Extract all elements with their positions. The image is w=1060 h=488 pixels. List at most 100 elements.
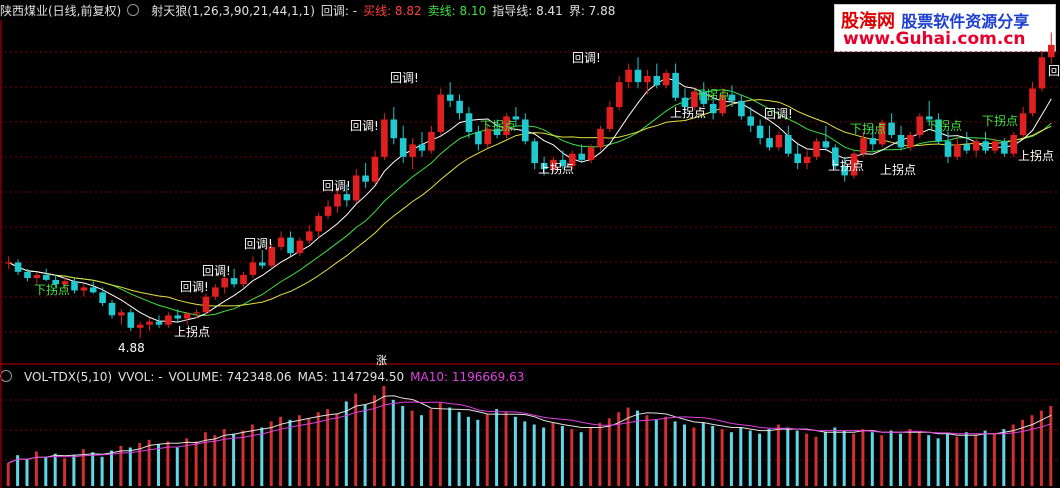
candle (249, 262, 257, 275)
volume-bar (889, 430, 893, 486)
candle (1001, 141, 1008, 154)
candle (653, 76, 661, 86)
pullback-annotation: 回调! (572, 51, 601, 65)
volume-bar (607, 418, 611, 486)
candle (89, 287, 97, 293)
candle (43, 274, 50, 280)
candle (625, 69, 632, 83)
volume-bar (504, 412, 508, 486)
volume-bar (776, 424, 780, 486)
volume-bar (542, 427, 546, 486)
candle (587, 147, 595, 160)
volume-bar (232, 433, 236, 486)
volume-bar (448, 407, 452, 486)
candle (202, 296, 210, 313)
pullback-annotation: 回调! (764, 107, 793, 121)
volume-bar (551, 422, 555, 486)
candle (522, 119, 529, 142)
price-chart[interactable]: 回调!回调!回调!回调!回调!回调!回调!回调!回调!上拐点上拐点上拐点上拐点上… (0, 0, 1060, 488)
candle (146, 321, 153, 325)
volume-bar (767, 429, 771, 486)
candle (315, 215, 322, 232)
volume-bar (157, 444, 160, 486)
pullback-annotation: 回调! (322, 179, 351, 193)
candle (108, 302, 116, 316)
volume-bar (946, 433, 949, 486)
volume-bar (72, 455, 76, 486)
volume-bar (1021, 419, 1025, 486)
sell-line (8, 89, 1052, 317)
volume-bar (936, 438, 940, 486)
candle (475, 131, 482, 145)
candle (456, 100, 463, 114)
candle (615, 82, 623, 108)
volume-bar (823, 432, 827, 486)
volume-bar (438, 402, 442, 486)
candle (212, 287, 219, 297)
volume-bar (992, 433, 996, 486)
candle (822, 141, 830, 148)
volume-bar (560, 426, 564, 486)
candle (944, 141, 952, 157)
rise-marker: 涨 (376, 354, 387, 367)
candle (803, 156, 811, 163)
candle (296, 240, 304, 254)
up-turn-annotation: 上拐点 (670, 105, 706, 120)
volume-bar (711, 426, 715, 486)
candle (662, 72, 670, 86)
volume-bar (579, 432, 583, 486)
volume-bar (410, 410, 414, 486)
volume-bar (532, 424, 536, 486)
down-turn-annotation: 下拐点 (982, 113, 1018, 128)
down-turn-annotation: 下拐点 (926, 118, 962, 133)
volume-bar (222, 429, 226, 486)
volume-bar (147, 439, 151, 486)
down-turn-annotation: 下拐点 (694, 87, 730, 102)
volume-bar (110, 450, 113, 486)
up-turn-annotation: 上拐点 (174, 324, 210, 339)
volume-bar (1030, 415, 1034, 486)
candle (446, 94, 454, 101)
candle (240, 274, 247, 285)
volume-bar (466, 416, 470, 486)
volume-bar (523, 421, 527, 486)
volume-bar (805, 433, 809, 486)
candle (371, 156, 379, 182)
volume-ma5-line (8, 395, 1052, 464)
candle (324, 206, 332, 216)
candle (33, 274, 41, 278)
volume-bar (128, 447, 132, 486)
candle (99, 292, 106, 303)
volume-bar (720, 429, 724, 486)
candle (1010, 135, 1017, 154)
down-turn-annotation: 下拐点 (480, 118, 516, 133)
volume-bar (964, 432, 968, 486)
volume-bar (363, 404, 367, 486)
candle (982, 141, 989, 151)
volume-bar (833, 427, 837, 486)
candle (334, 194, 341, 207)
pullback-annotation: 回调! (350, 119, 379, 133)
volume-bar (983, 430, 987, 486)
volume-bar (683, 424, 686, 486)
candle (1038, 57, 1046, 89)
candle (869, 138, 877, 145)
volume-bar (119, 446, 123, 486)
candle (193, 312, 200, 314)
candle (794, 153, 801, 163)
volume-bar (795, 430, 799, 486)
volume-bar (401, 406, 405, 486)
up-turn-annotation: 上拐点 (828, 158, 864, 173)
candle (306, 231, 313, 241)
volume-bar (654, 419, 658, 486)
candle (155, 321, 163, 325)
guide-line (8, 99, 1052, 307)
candle (390, 119, 398, 139)
volume-bar (6, 462, 10, 486)
volume-bar (570, 429, 574, 486)
candle (916, 116, 924, 136)
candle (1019, 113, 1027, 136)
volume-bar (175, 447, 179, 486)
volume-bar (842, 430, 846, 486)
candle (756, 125, 764, 139)
